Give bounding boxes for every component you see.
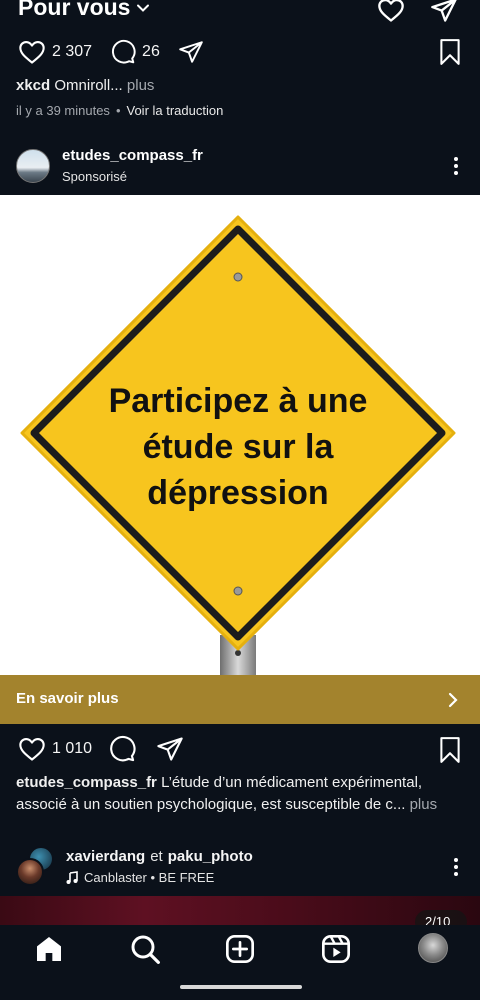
heart-icon[interactable] (377, 0, 405, 24)
post3-image[interactable]: 2/10 (0, 896, 480, 925)
image-counter-text: 2/10 (425, 914, 451, 925)
author-username-1[interactable]: xavierdang (66, 848, 145, 865)
ad-username[interactable]: etudes_compass_fr (62, 147, 203, 164)
home-icon[interactable] (33, 933, 65, 965)
caption-more[interactable]: plus (127, 77, 155, 94)
like-icon[interactable] (18, 38, 46, 66)
like-count[interactable]: 2 307 (52, 43, 92, 61)
create-icon[interactable] (224, 933, 256, 965)
feed-selector[interactable]: Pour vous (18, 0, 150, 21)
avatar[interactable] (16, 149, 50, 183)
caption-username[interactable]: etudes_compass_fr (16, 774, 157, 791)
sponsored-label: Sponsorisé (62, 169, 128, 184)
comment-icon[interactable] (110, 39, 136, 65)
like-icon[interactable] (18, 735, 46, 763)
ad-image[interactable]: Participez à une étude sur la dépression (0, 195, 480, 675)
save-icon[interactable] (437, 736, 463, 764)
comment-icon[interactable] (108, 735, 136, 763)
avatar[interactable] (16, 858, 44, 886)
bottom-navigation (0, 925, 480, 1000)
chevron-down-icon (137, 4, 150, 12)
like-count[interactable]: 1 010 (52, 740, 92, 758)
post1-caption[interactable]: xkcd Omniroll... plus (16, 75, 154, 97)
music-info[interactable]: Canblaster • BE FREE (66, 870, 253, 885)
post1-actions: 2 307 26 (18, 38, 204, 66)
sign-line-2: étude sur la (142, 428, 334, 466)
more-options-icon[interactable] (446, 855, 466, 879)
caption-line-2: associé à un soutien psychologique, est … (16, 796, 406, 813)
profile-avatar[interactable] (418, 933, 448, 963)
more-options-icon[interactable] (446, 154, 466, 178)
caption-more[interactable]: plus (410, 796, 438, 813)
collab-avatars[interactable] (16, 846, 56, 886)
sign-line-3: dépression (147, 474, 329, 512)
save-icon[interactable] (437, 38, 463, 66)
home-indicator (180, 985, 302, 989)
caption-username[interactable]: xkcd (16, 77, 50, 94)
post3-authors: xavierdang et paku_photo Canblaster • BE… (66, 848, 253, 885)
feed-title: Pour vous (18, 0, 131, 20)
ad-caption[interactable]: etudes_compass_fr L’étude d’un médicamen… (16, 772, 476, 816)
caption-line-1: L’étude d’un médicament expérimental, (161, 774, 423, 791)
post-time: il y a 39 minutes (16, 103, 110, 118)
direct-messages-icon[interactable] (430, 0, 458, 24)
reels-icon[interactable] (320, 933, 352, 965)
learn-more-button[interactable]: En savoir plus (0, 675, 480, 724)
learn-more-label: En savoir plus (16, 690, 119, 707)
author-username-2[interactable]: paku_photo (168, 848, 253, 865)
and-text: et (150, 848, 163, 865)
comment-count[interactable]: 26 (142, 43, 160, 61)
see-translation-link[interactable]: Voir la traduction (127, 103, 224, 118)
music-track: Canblaster • BE FREE (84, 870, 215, 885)
share-icon[interactable] (178, 39, 204, 65)
sign-text: Participez à une étude sur la dépression (60, 378, 416, 516)
sign-line-1: Participez à une (108, 382, 368, 420)
meta-separator: • (115, 103, 121, 118)
chevron-right-icon (448, 692, 458, 708)
top-bar: Pour vous (0, 0, 480, 40)
music-note-icon (66, 870, 78, 884)
post1-meta: il y a 39 minutes • Voir la traduction (16, 103, 223, 118)
caption-text: Omniroll... (54, 77, 123, 94)
ad-author[interactable]: etudes_compass_fr Sponsorisé (62, 147, 203, 184)
share-icon[interactable] (156, 735, 184, 763)
image-counter: 2/10 (415, 910, 467, 925)
search-icon[interactable] (129, 933, 161, 965)
ad-actions: 1 010 (18, 735, 184, 763)
